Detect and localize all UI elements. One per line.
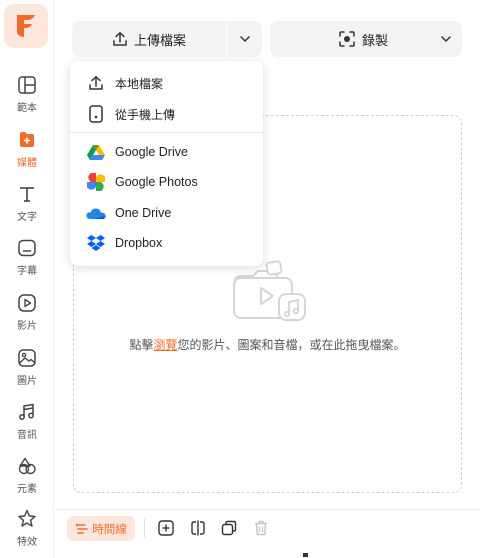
menu-item-label: 從手機上傳 (115, 107, 176, 122)
menu-item-google-photos[interactable]: Google Photos (70, 168, 263, 196)
sidebar-item-templates[interactable]: 範本 (0, 70, 54, 120)
menu-item-label: One Drive (115, 206, 172, 220)
upload-dropdown-toggle[interactable] (227, 21, 262, 57)
duplicate-icon (221, 520, 237, 536)
menu-item-onedrive[interactable]: One Drive (70, 199, 263, 227)
split-icon (191, 520, 205, 536)
record-label: 錄製 (361, 33, 388, 49)
drop-text-before: 點擊 (129, 338, 154, 352)
menu-item-label: Google Photos (115, 175, 198, 189)
media-plus-icon (16, 129, 38, 151)
upload-file-label: 上傳檔案 (133, 33, 186, 49)
menu-item-google-drive[interactable]: Google Drive (70, 138, 263, 166)
star-effect-icon (16, 508, 38, 530)
upload-icon (113, 32, 127, 46)
toolbar-divider (144, 519, 145, 537)
play-circle-icon (16, 292, 38, 314)
duplicate-button[interactable] (219, 518, 239, 538)
delete-button[interactable] (251, 518, 271, 538)
menu-item-label: Google Drive (115, 145, 188, 159)
add-track-button[interactable] (156, 518, 176, 538)
sidebar-item-subtitles[interactable]: 字幕 (0, 233, 54, 283)
media-folder-illustration (231, 260, 309, 327)
onedrive-icon (86, 203, 106, 223)
sidebar-item-label: 影片 (17, 321, 37, 332)
chevron-down-icon (441, 36, 451, 42)
sidebar-item-text[interactable]: 文字 (0, 179, 54, 229)
timeline-icon (75, 522, 89, 534)
upload-source-menu: 本地檔案 從手機上傳 Google Drive Google Photos On… (70, 61, 263, 266)
music-note-icon (16, 401, 38, 423)
drop-zone-instructions: 點擊瀏覽您的影片、圖案和音檔，或在此拖曳檔案。 (74, 336, 461, 353)
image-icon (16, 347, 38, 369)
record-button[interactable]: 錄製 (270, 21, 462, 57)
menu-item-phone-upload[interactable]: 從手機上傳 (70, 100, 263, 128)
record-dropdown-toggle[interactable] (430, 21, 462, 57)
playhead-marker[interactable] (303, 553, 308, 557)
sidebar-item-label: 特效 (17, 537, 37, 548)
menu-item-dropbox[interactable]: Dropbox (70, 229, 263, 257)
record-main[interactable]: 錄製 (270, 21, 430, 57)
phone-icon (86, 104, 106, 124)
upload-file-main[interactable]: 上傳檔案 (72, 21, 226, 57)
timeline-label: 時間線 (92, 521, 127, 536)
sidebar-item-label: 字幕 (17, 266, 37, 277)
record-icon (339, 31, 355, 47)
sidebar-item-label: 文字 (17, 212, 37, 223)
upload-file-button[interactable]: 上傳檔案 (72, 21, 262, 57)
google-drive-icon (86, 142, 106, 162)
sidebar-item-media[interactable]: 媒體 (0, 125, 54, 175)
sidebar-item-label: 圖片 (17, 376, 37, 387)
sidebar-item-images[interactable]: 圖片 (0, 343, 54, 393)
sidebar-item-label: 元素 (17, 484, 37, 495)
sidebar-item-label: 音訊 (17, 430, 37, 441)
menu-item-label: 本地檔案 (115, 76, 164, 91)
bottom-toolbar: 時間線 (55, 509, 480, 558)
sidebar-item-label: 媒體 (17, 158, 37, 169)
menu-divider (70, 132, 263, 133)
chevron-down-icon (239, 36, 250, 42)
split-button[interactable] (188, 518, 208, 538)
browse-link[interactable]: 瀏覽 (153, 338, 177, 352)
sidebar-item-video[interactable]: 影片 (0, 288, 54, 338)
app-logo[interactable] (4, 4, 48, 48)
menu-item-local-file[interactable]: 本地檔案 (70, 69, 263, 97)
text-t-icon (16, 183, 38, 205)
template-icon (16, 74, 38, 96)
shapes-icon (16, 455, 38, 477)
google-photos-icon (86, 172, 106, 192)
sidebar-item-audio[interactable]: 音訊 (0, 397, 54, 447)
add-square-icon (158, 520, 174, 536)
logo-f-icon (17, 15, 35, 37)
drop-text-after: 您的影片、圖案和音檔，或在此拖曳檔案。 (177, 338, 406, 352)
subtitle-icon (16, 237, 38, 259)
trash-icon (255, 520, 267, 536)
dropbox-icon (86, 233, 106, 253)
menu-item-label: Dropbox (115, 236, 163, 250)
sidebar-item-label: 範本 (17, 103, 37, 114)
sidebar-item-effects[interactable]: 特效 (0, 504, 54, 554)
upload-icon (86, 73, 106, 93)
sidebar: 範本 媒體 文字 字幕 影片 圖片 音訊 元素 特效 (0, 0, 54, 558)
sidebar-item-elements[interactable]: 元素 (0, 451, 54, 501)
timeline-button[interactable]: 時間線 (67, 516, 135, 541)
